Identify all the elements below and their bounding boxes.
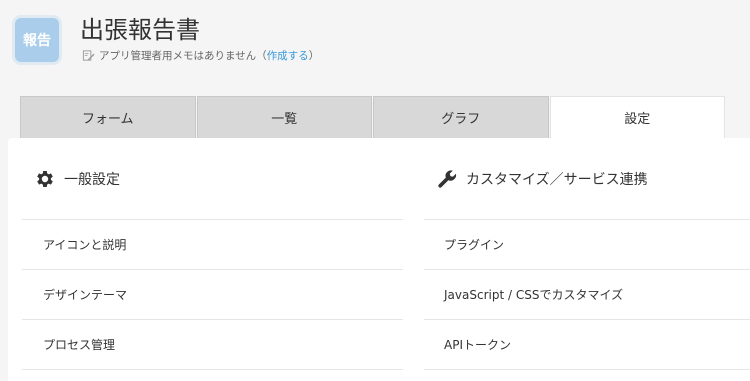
app-icon: 報告 [12, 15, 62, 65]
settings-item-js-css-customize[interactable]: JavaScript / CSSでカスタマイズ [424, 270, 750, 320]
customize-title: カスタマイズ／サービス連携 [466, 171, 648, 188]
settings-item-api-token[interactable]: APIトークン [424, 320, 750, 370]
general-settings-section: 一般設定 アイコンと説明 デザインテーマ プロセス管理 [22, 138, 403, 370]
tab-list[interactable]: 一覧 [196, 96, 372, 138]
settings-item-process-management[interactable]: プロセス管理 [22, 320, 403, 370]
create-memo-link[interactable]: 作成する [267, 48, 309, 63]
settings-panel: 一般設定 アイコンと説明 デザインテーマ プロセス管理 カスタマイズ／サービス連… [8, 138, 750, 381]
app-memo: アプリ管理者用メモはありません（ 作成する ） [82, 47, 319, 63]
customize-header: カスタマイズ／サービス連携 [424, 138, 750, 220]
memo-close-paren: ） [308, 49, 320, 62]
settings-item-design-theme[interactable]: デザインテーマ [22, 270, 403, 320]
app-icon-label: 報告 [23, 33, 51, 49]
gear-icon [37, 170, 53, 187]
settings-tabs: フォーム 一覧 グラフ 設定 [20, 96, 725, 138]
wrench-icon [438, 169, 457, 188]
settings-item-plugins[interactable]: プラグイン [424, 220, 750, 270]
edit-note-icon [82, 49, 95, 61]
general-settings-title: 一般設定 [64, 171, 120, 188]
tab-settings[interactable]: 設定 [549, 96, 725, 138]
memo-text: アプリ管理者用メモはありません（ [99, 49, 267, 62]
general-settings-header: 一般設定 [22, 138, 403, 220]
customize-section: カスタマイズ／サービス連携 プラグイン JavaScript / CSSでカスタ… [424, 138, 750, 370]
tab-graph[interactable]: グラフ [373, 96, 549, 138]
app-title: 出張報告書 [80, 16, 200, 44]
settings-item-icon-description[interactable]: アイコンと説明 [22, 220, 403, 270]
tab-form[interactable]: フォーム [20, 96, 196, 138]
